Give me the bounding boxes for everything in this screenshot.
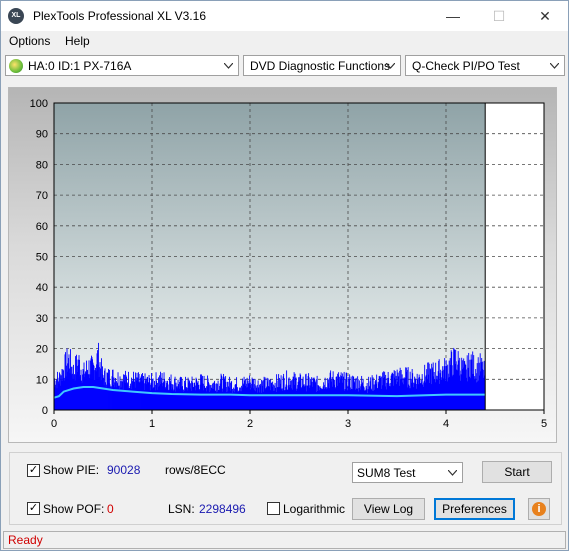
chart-panel: 0 10 20 30 40 50 60 70 80 90 100 0 1 2 3 4 5 [8, 87, 557, 443]
start-button[interactable]: Start [482, 461, 552, 483]
view-log-button[interactable]: View Log [352, 498, 425, 520]
x-tick-label: 3 [345, 418, 351, 430]
y-tick-label: 20 [36, 344, 48, 356]
preferences-button[interactable]: Preferences [434, 498, 515, 520]
y-tick-label: 10 [36, 374, 48, 386]
y-tick-label: 50 [36, 252, 48, 264]
chevron-down-icon [550, 63, 559, 69]
y-tick-label: 80 [36, 159, 48, 171]
x-tick-label: 5 [541, 418, 547, 430]
y-tick-label: 0 [42, 405, 48, 417]
menu-options[interactable]: Options [9, 34, 50, 48]
status-text: Ready [8, 533, 43, 547]
y-tick-label: 60 [36, 221, 48, 233]
toolbar: HA:0 ID:1 PX-716A DVD Diagnostic Functio… [1, 53, 568, 79]
function-select-value: DVD Diagnostic Functions [250, 59, 391, 73]
logarithmic-checkbox[interactable] [267, 502, 280, 515]
y-tick-label: 90 [36, 129, 48, 141]
drive-icon [9, 59, 23, 73]
menu-help[interactable]: Help [65, 34, 90, 48]
lsn-value: 2298496 [199, 502, 246, 516]
maximize-button[interactable]: ☐ [476, 1, 522, 31]
y-tick-label: 100 [30, 98, 48, 110]
show-pie-checkbox[interactable]: ✓ [27, 464, 40, 477]
app-logo-icon: XL [8, 8, 24, 24]
pi-po-chart: 0 10 20 30 40 50 60 70 80 90 100 0 1 2 3 4 5 [30, 98, 547, 430]
show-pof-label: Show POF: [43, 502, 105, 516]
x-tick-label: 4 [443, 418, 449, 430]
x-tick-label: 2 [247, 418, 253, 430]
sum8-select[interactable]: SUM8 Test [352, 462, 463, 483]
function-select[interactable]: DVD Diagnostic Functions [243, 55, 401, 76]
rows-label: rows/8ECC [165, 463, 226, 477]
title-bar: XL PlexTools Professional XL V3.16 — ☐ ✕ [1, 1, 568, 31]
minimize-button[interactable]: — [430, 1, 476, 31]
show-pie-label: Show PIE: [43, 463, 100, 477]
y-tick-label: 30 [36, 313, 48, 325]
app-window: XL PlexTools Professional XL V3.16 — ☐ ✕… [0, 0, 569, 551]
x-tick-label: 1 [149, 418, 155, 430]
pie-value: 90028 [107, 463, 141, 477]
y-tick-label: 40 [36, 282, 48, 294]
chevron-down-icon [224, 63, 233, 69]
drive-select-value: HA:0 ID:1 PX-716A [28, 59, 132, 73]
y-tick-label: 70 [36, 190, 48, 202]
chevron-down-icon [448, 470, 457, 476]
chevron-down-icon [386, 63, 395, 69]
test-select-value: Q-Check PI/PO Test [412, 59, 520, 73]
sum8-select-value: SUM8 Test [357, 466, 416, 480]
drive-select[interactable]: HA:0 ID:1 PX-716A [5, 55, 239, 76]
pof-value: 0 [107, 502, 114, 516]
info-icon: i [532, 502, 546, 516]
menu-bar: Options Help [1, 31, 568, 52]
test-select[interactable]: Q-Check PI/PO Test [405, 55, 565, 76]
lsn-label: LSN: [168, 502, 195, 516]
logarithmic-label: Logarithmic [283, 502, 346, 516]
x-tick-label: 0 [51, 418, 57, 430]
close-button[interactable]: ✕ [522, 1, 568, 31]
info-button[interactable]: i [528, 498, 550, 520]
controls-panel: ✓ Show PIE: 90028 rows/8ECC ✓ Show POF: … [1, 452, 568, 527]
window-title: PlexTools Professional XL V3.16 [33, 9, 206, 23]
status-bar: Ready [3, 531, 566, 549]
show-pof-checkbox[interactable]: ✓ [27, 502, 40, 515]
